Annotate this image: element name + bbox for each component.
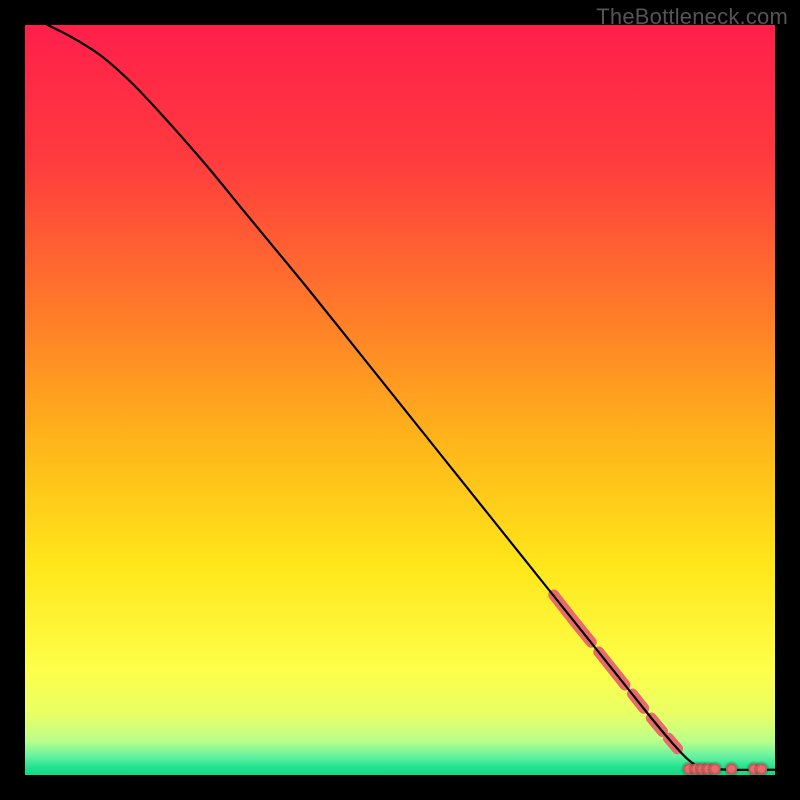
chart-svg [25, 25, 775, 775]
main-curve [48, 25, 776, 770]
highlight-point [726, 763, 737, 774]
highlight-point [756, 763, 767, 774]
plot-area [25, 25, 775, 775]
chart-frame: TheBottleneck.com [0, 0, 800, 800]
highlight-points [683, 763, 767, 774]
highlight-point [709, 763, 720, 774]
source-attribution: TheBottleneck.com [596, 4, 788, 30]
